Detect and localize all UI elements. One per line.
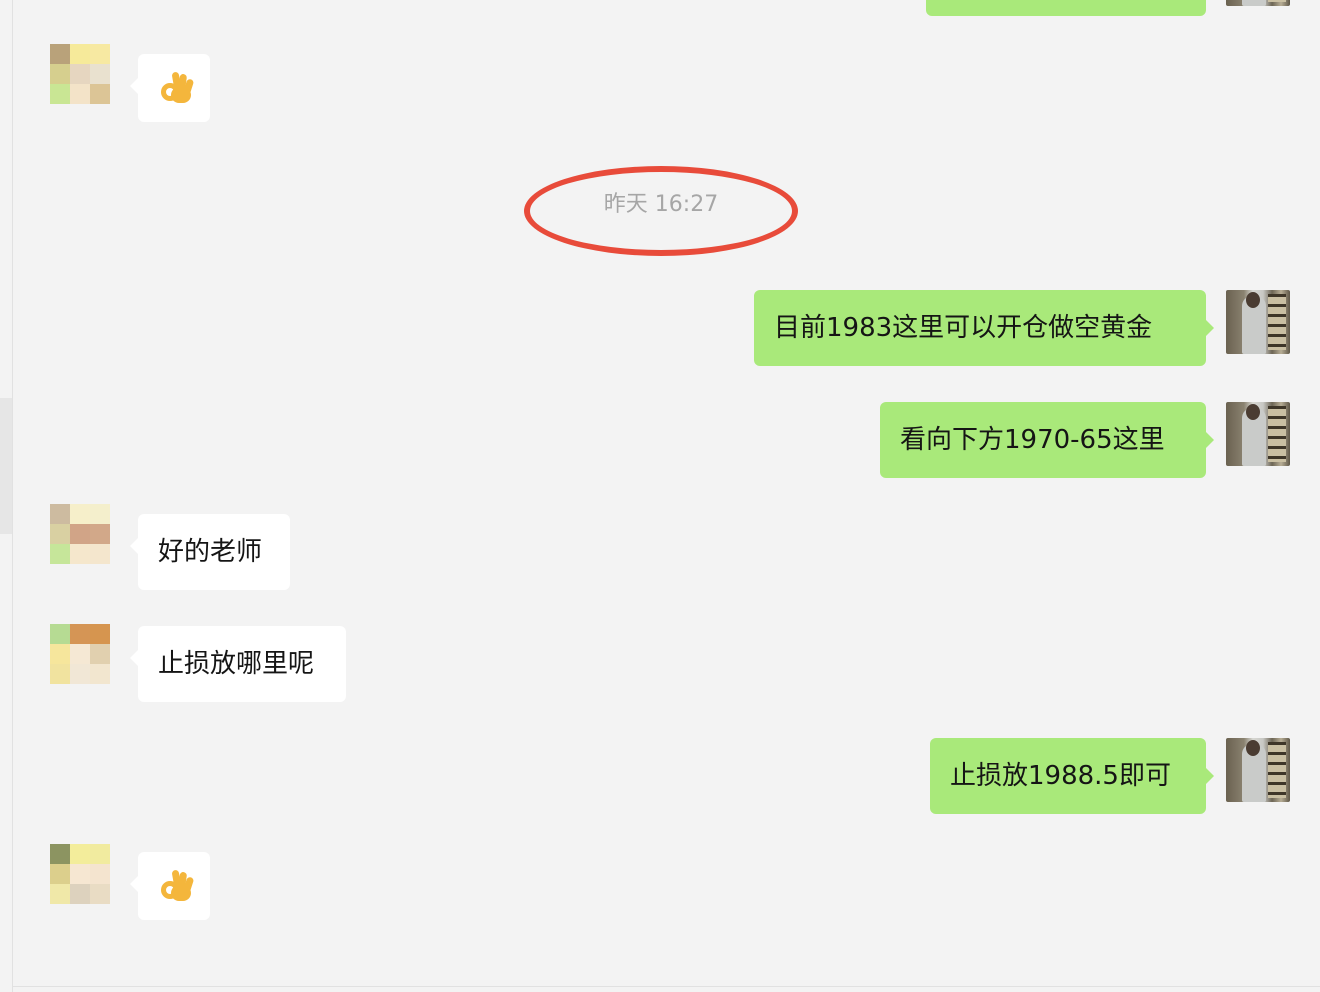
message-text: 好的老师: [158, 537, 263, 567]
divider: [12, 986, 1320, 987]
contact-avatar[interactable]: [50, 624, 110, 684]
message-text: 止损放哪里呢: [158, 649, 315, 679]
my-avatar[interactable]: [1226, 402, 1290, 466]
chat-window: 昨天 16:27 目前1983这里可以开仓做空黄金 看向下方1970-65这里 …: [0, 0, 1320, 992]
message-bubble-incoming[interactable]: [130, 852, 210, 920]
my-avatar[interactable]: [1226, 0, 1290, 6]
message-bubble-outgoing[interactable]: 止损放1988.5即可: [930, 738, 1214, 814]
contact-avatar[interactable]: [50, 504, 110, 564]
annotation-circle: [524, 166, 798, 256]
message-text: 看向下方1970-65这里: [900, 425, 1165, 455]
divider: [12, 0, 13, 992]
message-bubble-incoming[interactable]: 止损放哪里呢: [130, 626, 346, 702]
message-text: 止损放1988.5即可: [950, 761, 1171, 791]
contact-avatar[interactable]: [50, 44, 110, 104]
scrollbar[interactable]: [0, 398, 12, 534]
message-bubble-outgoing[interactable]: 看向下方1970-65这里: [880, 402, 1214, 478]
message-text: 目前1983这里可以开仓做空黄金: [774, 313, 1153, 343]
message-bubble-incoming[interactable]: [130, 54, 210, 122]
ok-hand-icon: [157, 869, 195, 903]
message-bubble-outgoing-partial[interactable]: [926, 0, 1206, 16]
my-avatar[interactable]: [1226, 738, 1290, 802]
ok-hand-icon: [157, 71, 195, 105]
contact-avatar[interactable]: [50, 844, 110, 904]
message-bubble-incoming[interactable]: 好的老师: [130, 514, 290, 590]
my-avatar[interactable]: [1226, 290, 1290, 354]
message-bubble-outgoing[interactable]: 目前1983这里可以开仓做空黄金: [754, 290, 1214, 366]
